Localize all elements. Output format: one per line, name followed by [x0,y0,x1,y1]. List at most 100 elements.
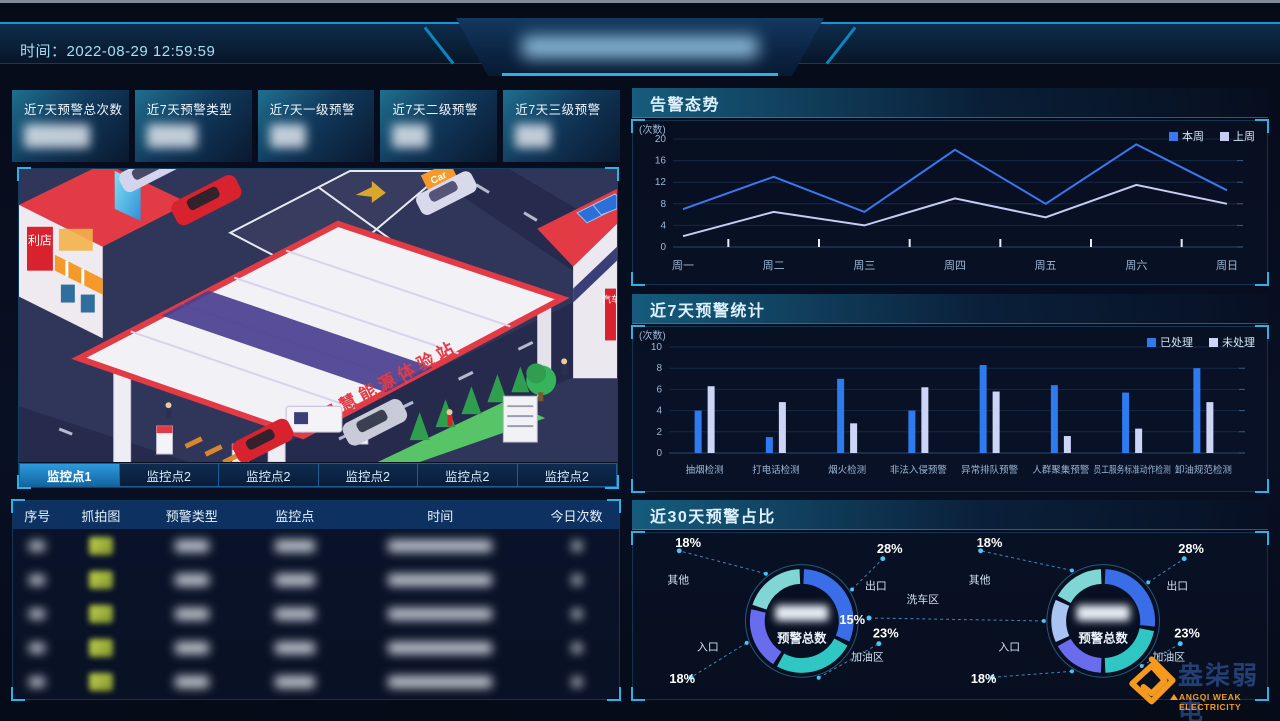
bar-已处理 [837,379,844,453]
stat-card-label: 近7天二级预警 [392,99,477,118]
table-cell-blurred [275,574,315,586]
table-header-cell: 时间 [346,506,534,525]
x-tick-label: 周二 [763,259,785,272]
table-cell [13,575,61,585]
monitor-tabs: 监控点1监控点2监控点2监控点2监控点2监控点2 [19,463,617,487]
monitor-tab-3[interactable]: 监控点2 [219,463,319,487]
donut-name-label: 出口 [865,578,887,592]
bracket-icon [1255,325,1269,339]
connector-dot [850,587,854,591]
top-edge-line [0,0,1280,3]
donut-slice-入口 [757,611,777,658]
table-cell-blurred [572,609,582,619]
table-cell [534,677,619,687]
donut-name-label: 入口 [998,642,1020,654]
table-cell-blurred [388,540,492,552]
warning-stats-chart: 0246810(次数)抽烟检测打电话检测烟火检测非法入侵预警异常排队预警人群聚集… [633,327,1267,491]
y-tick-label: 8 [660,199,666,210]
snapshot-thumbnail-blurred [89,639,113,657]
warning-stats-legend-item[interactable]: 已处理 [1147,334,1193,350]
donut-name-label: 出口 [1166,578,1188,592]
bar-已处理 [980,365,987,453]
x-tick-label: 周一 [672,259,694,272]
monitor-tab-5[interactable]: 监控点2 [418,463,518,487]
table-cell [243,540,346,552]
table-header-cell: 预警类型 [140,506,243,525]
connector-dot [867,616,872,621]
table-row[interactable] [13,631,619,665]
table-cell [13,541,61,551]
legend-swatch [1147,338,1156,347]
table-cell [346,574,534,586]
connector-dot [764,572,768,576]
donut-name-label: 入口 [697,642,719,654]
stat-card: 近7天一级预警 [258,90,375,162]
x-tick-label: 非法入侵预警 [890,464,948,476]
snapshot-thumbnail-blurred [89,673,113,691]
donut-connector [1148,559,1184,583]
bar-已处理 [766,437,773,453]
y-tick-label: 10 [651,342,663,353]
table-cell-blurred [175,642,209,654]
monitor-tab-1[interactable]: 监控点1 [19,463,120,487]
legend-label: 本周 [1182,128,1204,144]
table-cell-blurred [29,677,45,687]
donut-pct-label: 18% [669,671,695,686]
table-header-cell: 监控点 [243,506,346,525]
donut-center-value-blurred [1076,605,1129,621]
stat-card-value-blurred [147,124,197,148]
donut-pct-label: 18% [971,671,997,686]
monitor-tab-2[interactable]: 监控点2 [120,463,220,487]
donut-pct-label: 28% [877,541,903,556]
alarm-trend-legend-item[interactable]: 本周 [1169,128,1204,144]
donut-pct-label: 18% [675,535,701,550]
donut-pct-label: 23% [1174,626,1200,641]
legend-label: 未处理 [1222,334,1255,350]
table-cell [243,574,346,586]
bracket-icon [631,479,645,493]
stat-card: 近7天二级预警 [380,90,497,162]
monitor-tab-4[interactable]: 监控点2 [319,463,419,487]
table-cell [243,642,346,654]
warning-stats-panel: 已处理未处理 0246810(次数)抽烟检测打电话检测烟火检测非法入侵预警异常排… [632,326,1268,492]
table-cell-blurred [175,574,209,586]
bracket-icon [1255,272,1269,286]
snapshot-thumbnail-blurred [89,571,113,589]
monitor-tab-6[interactable]: 监控点2 [518,463,618,487]
legend-swatch [1209,338,1218,347]
x-tick-label: 周三 [853,259,875,272]
bracket-icon [1255,531,1269,545]
legend-swatch [1220,132,1229,141]
line-series-上周 [683,185,1227,236]
x-tick-label: 烟火检测 [828,464,866,476]
banner-underline [502,73,778,76]
x-tick-label: 员工服务标准动作检测 [1094,464,1171,476]
donut-pct-label: 28% [1178,541,1204,556]
table-row[interactable] [13,597,619,631]
connector-dot [1070,569,1074,573]
table-cell-blurred [175,676,209,688]
bar-未处理 [850,423,857,453]
bracket-icon [631,531,645,545]
table-cell [346,608,534,620]
table-cell [61,639,140,657]
table-row[interactable] [13,665,619,699]
donut-name-label: 洗车区 [907,592,940,606]
table-body [13,529,619,699]
stat-card-value-blurred [270,124,306,148]
table-row[interactable] [13,563,619,597]
line-series-本周 [683,144,1227,212]
table-cell-blurred [275,608,315,620]
stat-card-value-blurred [24,124,90,148]
table-row[interactable] [13,529,619,563]
alarm-trend-legend-item[interactable]: 上周 [1220,128,1255,144]
monitor-video-frame[interactable]: 利店 汽车 Car [19,169,617,462]
legend-label: 上周 [1233,128,1255,144]
x-tick-label: 周日 [1216,259,1238,272]
stat-card-label: 近7天预警类型 [147,99,232,118]
warning-stats-legend-item[interactable]: 未处理 [1209,334,1255,350]
table-cell [140,574,243,586]
time-value: 2022-08-29 12:59:59 [67,43,216,60]
y-tick-label: 0 [656,448,662,459]
table-cell-blurred [388,642,492,654]
